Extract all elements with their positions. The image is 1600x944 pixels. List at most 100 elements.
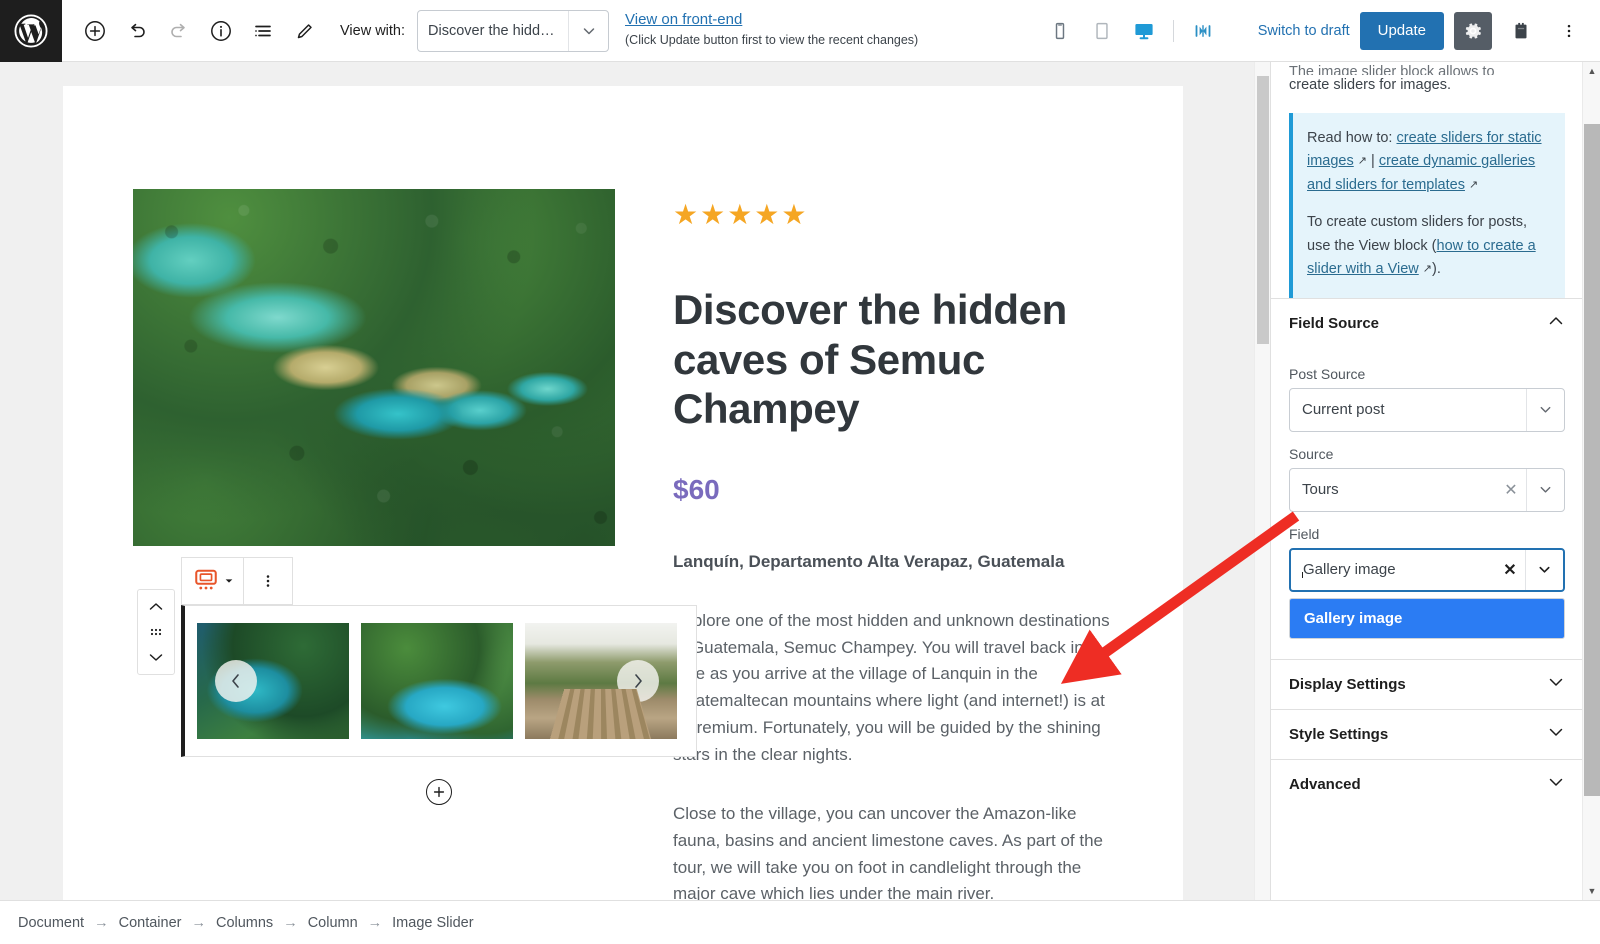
jetengine-icon[interactable] bbox=[1502, 12, 1540, 50]
publish-actions-group: Switch to draft Update bbox=[1258, 11, 1588, 50]
page-title: Discover the hidden caves of Semuc Champ… bbox=[673, 286, 1067, 433]
field-select[interactable]: Gallery image ✕ bbox=[1289, 547, 1565, 592]
post-source-select[interactable]: Current post bbox=[1289, 387, 1565, 432]
edit-mode-button[interactable] bbox=[286, 12, 324, 50]
callout-paragraph-1: Read how to: create sliders for static i… bbox=[1307, 127, 1551, 197]
block-description: The image slider block allows to create … bbox=[1271, 62, 1583, 97]
panel-title-field-source: Field Source bbox=[1289, 314, 1380, 332]
location-text: Lanquín, Departamento Alta Verapaz, Guat… bbox=[673, 551, 1065, 571]
view-with-select[interactable]: Discover the hidden ... bbox=[417, 9, 610, 52]
slider-slide-2[interactable] bbox=[361, 623, 513, 739]
desktop-icon[interactable] bbox=[1125, 12, 1163, 50]
switch-to-draft-button[interactable]: Switch to draft bbox=[1258, 23, 1350, 39]
wordpress-logo-icon[interactable] bbox=[0, 0, 62, 62]
details-button[interactable] bbox=[202, 12, 240, 50]
block-settings-sidebar: The image slider block allows to create … bbox=[1270, 62, 1600, 900]
chevron-down-icon[interactable] bbox=[568, 10, 608, 51]
add-block-button[interactable] bbox=[76, 12, 114, 50]
breadcrumb-item-columns[interactable]: Columns bbox=[216, 915, 273, 931]
sidebar-scrollbar[interactable]: ▲ ▼ bbox=[1582, 62, 1600, 900]
view-on-front-end-link[interactable]: View on front-end bbox=[625, 11, 918, 30]
tablet-icon[interactable] bbox=[1083, 12, 1121, 50]
block-description-clipped: The image slider block allows to bbox=[1289, 64, 1495, 75]
field-label: Field bbox=[1289, 525, 1320, 542]
block-options-kebab-icon[interactable] bbox=[244, 558, 292, 604]
body-paragraph-1: Explore one of the most hidden and unkno… bbox=[673, 610, 1110, 764]
breadcrumb-item-column[interactable]: Column bbox=[308, 915, 358, 931]
kebab-menu-icon[interactable] bbox=[1550, 12, 1588, 50]
redo-button[interactable] bbox=[160, 12, 198, 50]
canvas-scrollbar-thumb[interactable] bbox=[1257, 76, 1269, 344]
chevron-down-icon[interactable] bbox=[1547, 723, 1565, 745]
block-description-tail: create sliders for images. bbox=[1289, 77, 1451, 93]
callout-paragraph-2: To create custom sliders for posts, use … bbox=[1307, 211, 1551, 281]
sidebar-scroll-content: The image slider block allows to create … bbox=[1271, 62, 1583, 900]
columns-block: ★★★★★ Discover the hidden caves of Semuc… bbox=[133, 189, 1113, 900]
post-source-label: Post Source bbox=[1289, 365, 1366, 382]
breadcrumb-item-document[interactable]: Document bbox=[18, 915, 84, 931]
scroll-up-arrow-icon[interactable]: ▲ bbox=[1583, 62, 1600, 80]
responsive-breakpoints-icon[interactable] bbox=[1184, 12, 1222, 50]
undo-button[interactable] bbox=[118, 12, 156, 50]
source-select[interactable]: Tours ✕ bbox=[1289, 467, 1565, 512]
drag-handle-icon[interactable] bbox=[142, 621, 170, 643]
slider-prev-chevron-left-icon[interactable] bbox=[215, 660, 257, 702]
update-button[interactable]: Update bbox=[1359, 11, 1444, 50]
slider-slide-1[interactable] bbox=[197, 623, 349, 739]
field-dropdown-option-gallery-image[interactable]: Gallery image bbox=[1290, 598, 1564, 638]
panel-header-style-settings[interactable]: Style Settings bbox=[1271, 708, 1583, 759]
scroll-down-arrow-icon[interactable]: ▼ bbox=[1583, 882, 1600, 900]
sidebar-scrollbar-thumb[interactable] bbox=[1584, 124, 1600, 796]
chevron-down-icon[interactable] bbox=[1547, 773, 1565, 795]
chevron-down-icon[interactable] bbox=[1526, 468, 1564, 511]
image-slider-block-icon[interactable] bbox=[182, 558, 244, 604]
post-source-value: Current post bbox=[1302, 401, 1385, 419]
chevron-up-icon[interactable] bbox=[1547, 312, 1565, 334]
block-mover bbox=[137, 589, 175, 675]
column-block-right: ★★★★★ Discover the hidden caves of Semuc… bbox=[673, 189, 1113, 901]
field-dropdown[interactable]: Gallery image bbox=[1289, 597, 1565, 639]
canvas-scrollbar[interactable] bbox=[1254, 62, 1270, 900]
rating-stars: ★★★★★ bbox=[673, 199, 809, 230]
panel-title-display-settings: Display Settings bbox=[1289, 675, 1406, 693]
view-with-value: Discover the hidden ... bbox=[428, 22, 569, 39]
move-up-chevron-up-icon[interactable] bbox=[142, 596, 170, 618]
editor-top-bar: View with: Discover the hidden ... View … bbox=[0, 0, 1600, 62]
field-clear-close-x-icon[interactable]: ✕ bbox=[1495, 560, 1525, 580]
source-clear-close-x-icon[interactable]: ✕ bbox=[1496, 480, 1526, 500]
breadcrumb-item-image-slider[interactable]: Image Slider bbox=[392, 915, 473, 931]
chevron-down-icon[interactable] bbox=[1526, 388, 1564, 431]
external-link-icon: ↗ bbox=[1422, 263, 1433, 276]
panel-title-advanced: Advanced bbox=[1289, 775, 1361, 793]
slider-next-chevron-right-icon[interactable] bbox=[617, 660, 659, 702]
external-link-icon: ↗ bbox=[1469, 178, 1479, 191]
editor-canvas: ★★★★★ Discover the hidden caves of Semuc… bbox=[0, 62, 1270, 900]
breadcrumb-separator: → bbox=[94, 914, 109, 931]
source-label: Source bbox=[1289, 445, 1334, 462]
list-view-button[interactable] bbox=[244, 12, 282, 50]
slider-slide-3[interactable] bbox=[525, 623, 677, 739]
move-down-chevron-down-icon[interactable] bbox=[142, 646, 170, 668]
breadcrumb-separator: → bbox=[367, 914, 383, 931]
frontend-hint-text: (Click Update button first to view the r… bbox=[625, 32, 919, 47]
chevron-down-icon[interactable] bbox=[1525, 549, 1563, 590]
panel-header-display-settings[interactable]: Display Settings bbox=[1271, 658, 1583, 709]
toolbar-divider bbox=[1172, 19, 1174, 42]
mobile-icon[interactable] bbox=[1041, 12, 1079, 50]
device-preview-group bbox=[1041, 12, 1222, 50]
panel-header-field-source[interactable]: Field Source bbox=[1271, 297, 1583, 348]
settings-gear-button[interactable] bbox=[1454, 11, 1492, 50]
breadcrumb-separator: → bbox=[191, 914, 206, 931]
field-input[interactable]: Gallery image bbox=[1291, 561, 1495, 579]
add-block-plus-icon[interactable] bbox=[426, 779, 452, 805]
chevron-down-icon[interactable] bbox=[1547, 673, 1565, 695]
hero-image bbox=[133, 189, 615, 546]
body-paragraph-2: Close to the village, you can uncover th… bbox=[673, 803, 1103, 900]
image-slider-block[interactable] bbox=[181, 605, 697, 757]
breadcrumb-separator: → bbox=[283, 914, 298, 931]
breadcrumb-item-container[interactable]: Container bbox=[119, 915, 182, 931]
callout-p2-post: ). bbox=[1432, 261, 1441, 278]
panel-header-advanced[interactable]: Advanced bbox=[1271, 758, 1583, 809]
source-value: Tours bbox=[1302, 481, 1339, 499]
breadcrumb: Document → Container → Columns → Column … bbox=[0, 900, 1600, 944]
